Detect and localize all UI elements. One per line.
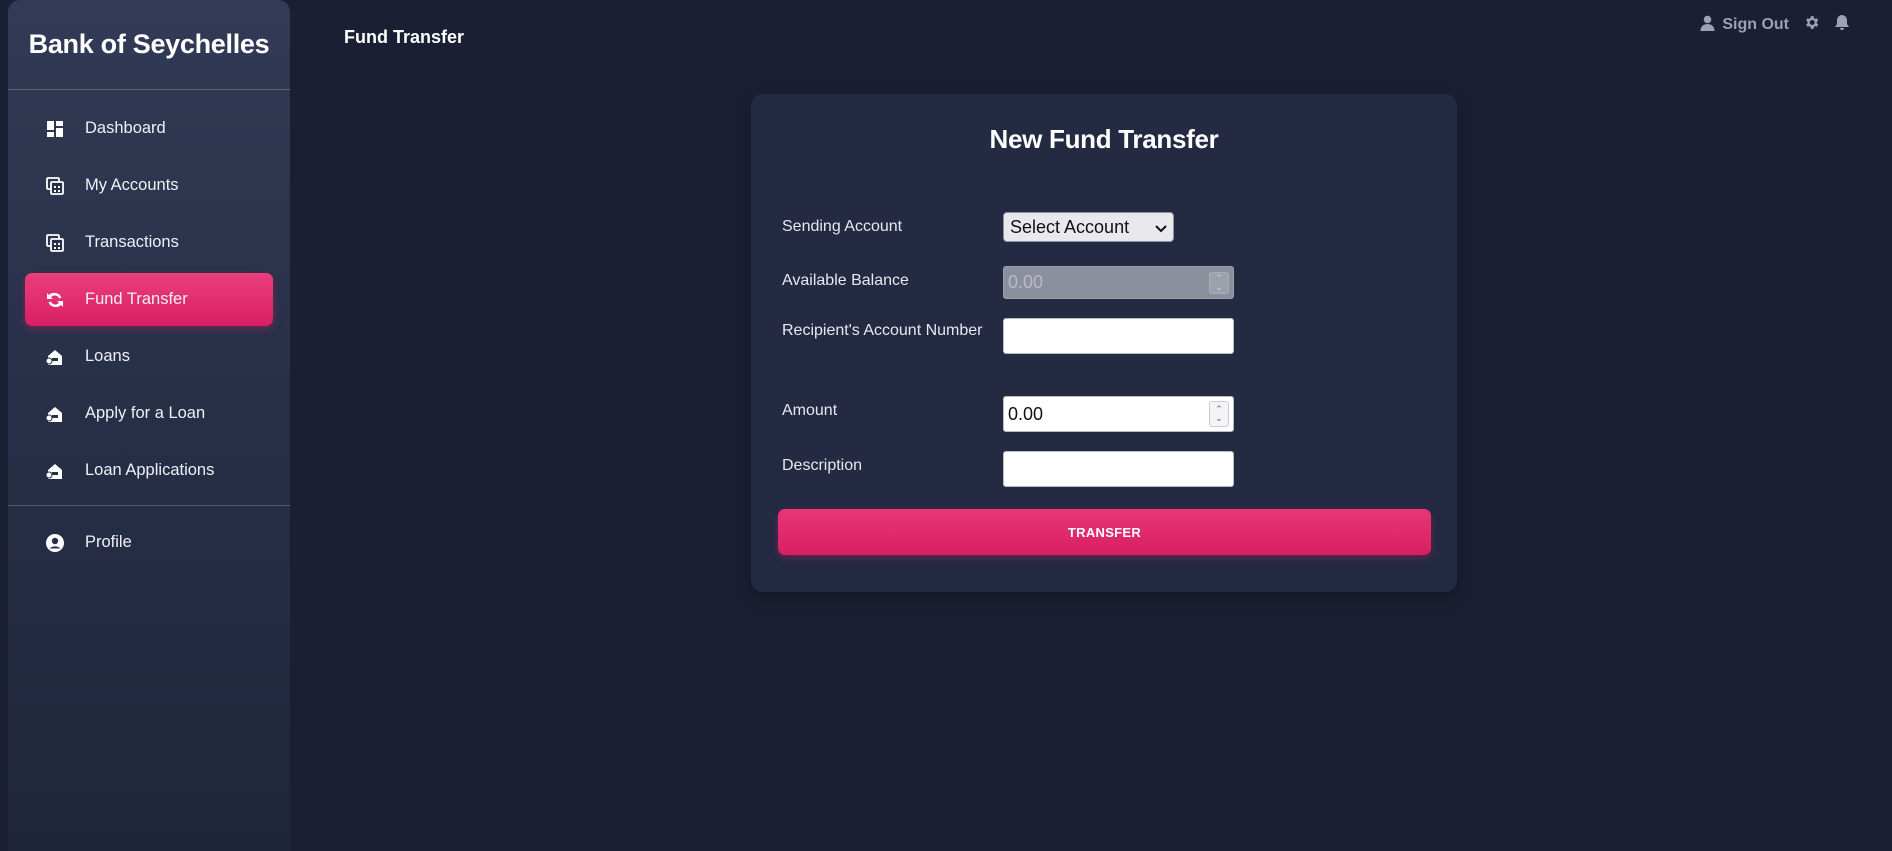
- sending-account-select[interactable]: Select Account: [1003, 212, 1174, 242]
- amount-stepper[interactable]: ⌃ ⌄: [1209, 401, 1229, 427]
- sidebar-item-label: Loan Applications: [85, 461, 215, 479]
- sidebar-item-loan-applications[interactable]: Loan Applications: [25, 444, 273, 497]
- sidebar-item-label: Transactions: [85, 233, 179, 251]
- sign-out-button[interactable]: Sign Out: [1700, 15, 1789, 36]
- sidebar-item-transactions[interactable]: Transactions: [25, 216, 273, 269]
- available-balance-field: 0.00 ⌃ ⌄: [1003, 266, 1234, 299]
- sidebar-item-label: Fund Transfer: [85, 290, 188, 308]
- sidebar-item-apply-loan[interactable]: Apply for a Loan: [25, 387, 273, 440]
- select-value: Select Account: [1010, 216, 1130, 237]
- available-balance-value: 0.00: [1008, 272, 1044, 292]
- description-input[interactable]: [1003, 451, 1234, 487]
- notifications-button[interactable]: [1834, 14, 1850, 36]
- bell-icon: [1834, 14, 1850, 36]
- settings-button[interactable]: [1803, 14, 1820, 36]
- amount-input[interactable]: 0.00 ⌃ ⌄: [1003, 396, 1234, 432]
- fund-transfer-card: New Fund Transfer Sending Account Select…: [751, 94, 1457, 592]
- transfer-button[interactable]: TRANSFER: [778, 509, 1431, 555]
- dashboard-icon: [45, 119, 65, 139]
- user-icon: [1700, 15, 1715, 36]
- recipient-row: Recipient's Account Number: [782, 312, 1234, 354]
- sidebar-item-fund-transfer[interactable]: Fund Transfer: [25, 273, 273, 326]
- chevron-down-icon: [1155, 217, 1167, 238]
- sidebar-item-dashboard[interactable]: Dashboard: [25, 102, 273, 155]
- available-balance-row: Available Balance 0.00 ⌃ ⌄: [782, 260, 1234, 299]
- amount-value: 0.00: [1008, 403, 1044, 424]
- brand-logo: Bank of Seychelles: [8, 0, 290, 90]
- sidebar-item-label: Dashboard: [85, 119, 166, 137]
- amount-row: Amount 0.00 ⌃ ⌄: [782, 390, 1234, 432]
- top-actions: Sign Out: [1700, 14, 1850, 36]
- transactions-icon: [45, 233, 65, 253]
- sign-out-label: Sign Out: [1722, 16, 1789, 33]
- sending-account-row: Sending Account Select Account: [782, 204, 1174, 242]
- page-title: Fund Transfer: [344, 27, 465, 47]
- form-heading: New Fund Transfer: [989, 124, 1219, 154]
- loan-icon: [45, 404, 65, 424]
- amount-label: Amount: [782, 402, 838, 419]
- spinner-icon: ⌃ ⌄: [1209, 271, 1229, 294]
- recipient-account-input[interactable]: [1003, 318, 1234, 354]
- sending-account-label: Sending Account: [782, 218, 903, 235]
- description-label: Description: [782, 457, 863, 474]
- sidebar-item-my-accounts[interactable]: My Accounts: [25, 159, 273, 212]
- sidebar-item-loans[interactable]: Loans: [25, 330, 273, 383]
- sidebar-divider: [8, 505, 290, 506]
- accounts-icon: [45, 176, 65, 196]
- sidebar: Bank of Seychelles Dashboard My Accounts…: [8, 0, 290, 851]
- loan-icon: [45, 461, 65, 481]
- sidebar-item-label: Loans: [85, 347, 130, 365]
- gear-icon: [1803, 14, 1820, 36]
- sidebar-nav: Dashboard My Accounts Transactions Fund …: [8, 90, 290, 569]
- sidebar-item-profile[interactable]: Profile: [25, 516, 273, 569]
- profile-icon: [45, 533, 65, 553]
- description-row: Description: [782, 445, 1234, 487]
- available-balance-label: Available Balance: [782, 272, 909, 289]
- sidebar-item-label: Apply for a Loan: [85, 404, 206, 422]
- transfer-icon: [45, 290, 65, 310]
- sidebar-item-label: Profile: [85, 533, 132, 551]
- loan-icon: [45, 347, 65, 367]
- sidebar-item-label: My Accounts: [85, 176, 179, 194]
- recipient-label: Recipient's Account Number: [782, 322, 983, 339]
